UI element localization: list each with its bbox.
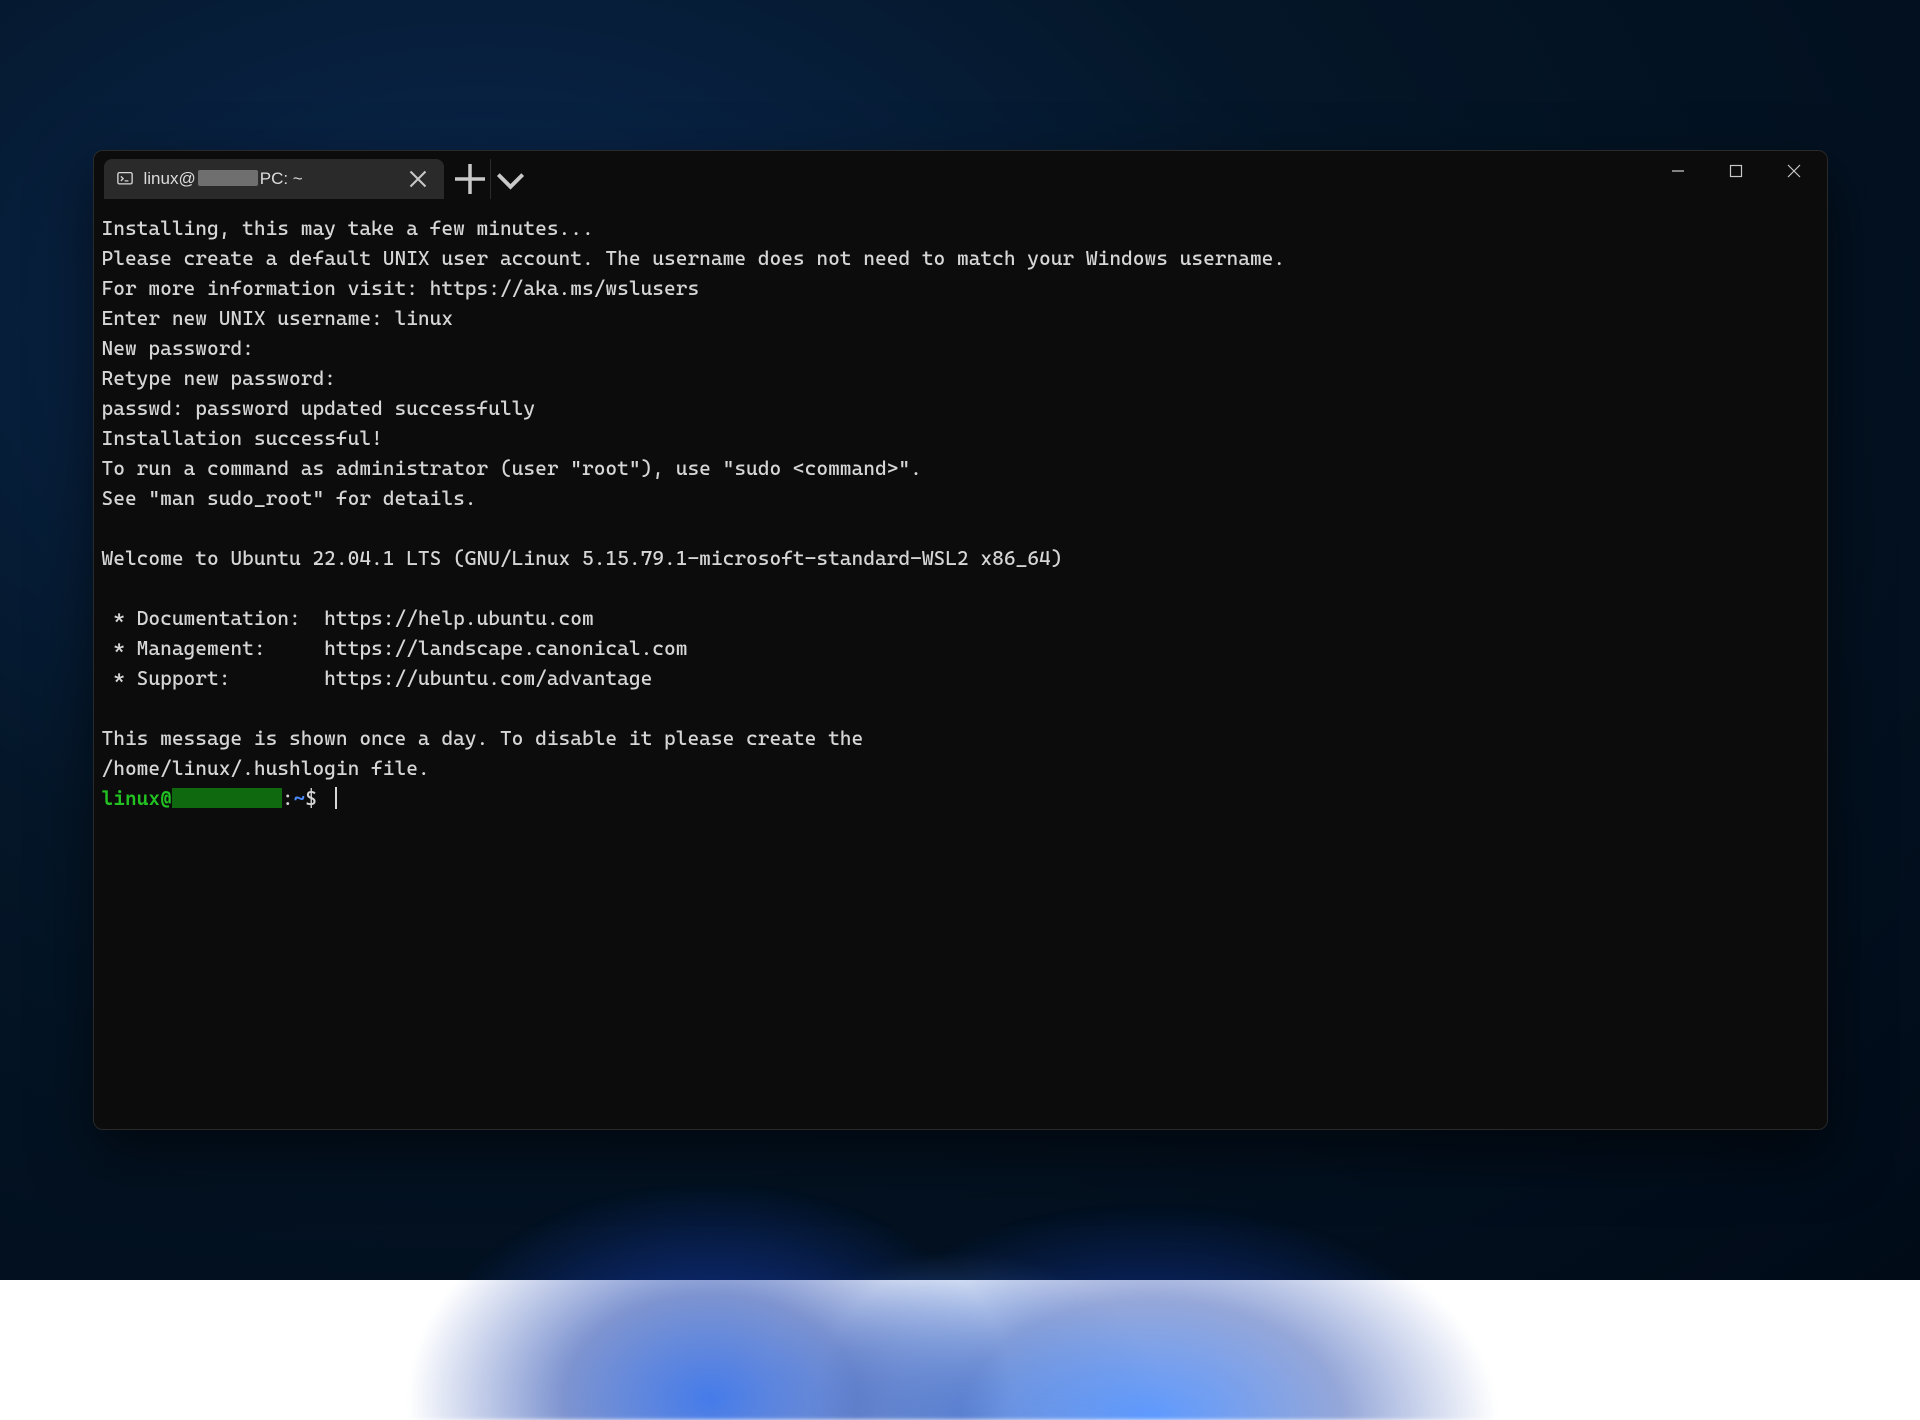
redacted-hostname (198, 170, 258, 186)
tab-close-button[interactable] (406, 167, 430, 191)
cursor (335, 787, 337, 809)
minimize-button[interactable] (1649, 151, 1707, 191)
terminal-icon (116, 170, 134, 188)
tab-title-prefix: linux@ (144, 169, 196, 188)
close-button[interactable] (1765, 151, 1823, 191)
tab-title: linux@ PC: ~ (144, 169, 396, 189)
terminal-viewport[interactable]: Installing, this may take a few minutes.… (94, 199, 1827, 1129)
terminal-window: linux@ PC: ~ (93, 150, 1828, 1130)
new-tab-button[interactable] (450, 159, 490, 199)
tab-title-suffix: PC: ~ (260, 169, 303, 188)
tab-active[interactable]: linux@ PC: ~ (104, 159, 444, 199)
window-controls (1649, 151, 1823, 191)
terminal-output[interactable]: Installing, this may take a few minutes.… (102, 213, 1819, 813)
desktop-wallpaper: linux@ PC: ~ (0, 0, 1920, 1280)
maximize-button[interactable] (1707, 151, 1765, 191)
tab-dropdown-button[interactable] (490, 159, 530, 199)
titlebar[interactable]: linux@ PC: ~ (94, 151, 1827, 199)
redacted-hostname-prompt (172, 788, 282, 808)
